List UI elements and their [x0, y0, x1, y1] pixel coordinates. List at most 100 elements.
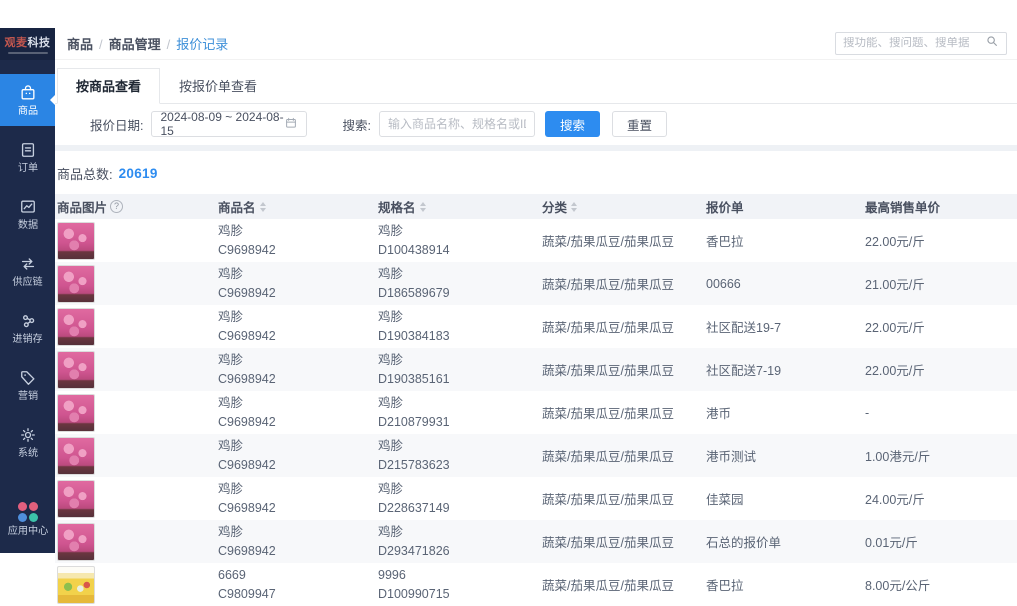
category-cell: 蔬菜/茄果瓜豆/茄果瓜豆: [542, 235, 674, 249]
main-content: 商品/商品管理/报价记录 按商品查看 按报价单查看 报价日期: 2024-08-…: [55, 28, 1017, 606]
product-name-cell: 鸡胗 C9698942: [218, 482, 276, 515]
bag-icon: [18, 83, 38, 106]
sidebar-item-orders[interactable]: 订单: [0, 131, 55, 183]
spec-name-cell: 鸡胗 D100438914: [378, 224, 450, 257]
max-price-cell: 21.00元/斤: [865, 278, 925, 292]
sidebar-item-label: 商品: [17, 105, 38, 117]
app-center-icon: [17, 501, 38, 522]
quote-sheet-cell: 香巴拉: [706, 579, 744, 593]
product-thumbnail[interactable]: [57, 264, 95, 303]
brand-name-light: 科技: [27, 37, 51, 49]
product-image-cell: [57, 564, 218, 606]
quote-sheet-cell: 香巴拉: [706, 235, 744, 249]
spec-name-cell: 鸡胗 D228637149: [378, 482, 450, 515]
product-thumbnail[interactable]: [57, 522, 95, 561]
tag-icon: [18, 368, 38, 391]
sidebar-item-label: 数据: [17, 219, 38, 231]
max-price-cell: 0.01元/斤: [865, 536, 918, 550]
breadcrumb-current: 报价记录: [176, 36, 229, 52]
order-icon: [18, 140, 38, 163]
sidebar-item-system[interactable]: 系统: [0, 416, 55, 468]
sort-icon[interactable]: [571, 201, 578, 212]
category-cell: 蔬菜/茄果瓜豆/茄果瓜豆: [542, 278, 674, 292]
table-row: 鸡胗 C9698942 鸡胗 D190384183 蔬菜/茄果瓜豆/茄果瓜豆 社区配…: [55, 305, 1017, 348]
product-name-cell: 鸡胗 C9698942: [218, 396, 276, 429]
col-header-product-name[interactable]: 商品名: [218, 197, 378, 216]
product-thumbnail[interactable]: [57, 479, 95, 518]
brand-slogan-strip: [7, 52, 48, 54]
product-total-label: 商品总数:: [57, 167, 113, 182]
sidebar-item-data[interactable]: 数据: [0, 188, 55, 240]
global-search-input[interactable]: [843, 37, 985, 50]
product-thumbnail[interactable]: [57, 436, 95, 475]
tab-by-quote-sheet[interactable]: 按报价单查看: [160, 68, 276, 103]
table-body: 鸡胗 C9698942 鸡胗 D100438914 蔬菜/茄果瓜豆/茄果瓜豆 香巴拉…: [55, 219, 1017, 606]
col-header-product-image: 商品图片: [57, 197, 218, 216]
product-name-cell: 鸡胗 C9698942: [218, 353, 276, 386]
quote-sheet-cell: 石总的报价单: [706, 536, 782, 550]
product-image-cell: [57, 392, 218, 434]
max-price-cell: -: [865, 405, 870, 420]
inventory-icon: [18, 311, 38, 334]
table-row: 鸡胗 C9698942 鸡胗 D228637149 蔬菜/茄果瓜豆/茄果瓜豆 佳菜园…: [55, 477, 1017, 520]
category-cell: 蔬菜/茄果瓜豆/茄果瓜豆: [542, 321, 674, 335]
table-row: 6669 C9809947 9996 D100990715 蔬菜/茄果瓜豆/茄果瓜豆…: [55, 563, 1017, 606]
sidebar-item-app-center[interactable]: 应用中心: [0, 491, 55, 547]
product-thumbnail[interactable]: [57, 565, 95, 604]
keyword-search-input[interactable]: [378, 111, 535, 138]
spec-name-cell: 鸡胗 D190384183: [378, 310, 450, 343]
product-image-cell: [57, 349, 218, 391]
supply-chain-icon: [18, 254, 38, 277]
max-price-cell: 24.00元/斤: [865, 493, 925, 507]
category-cell: 蔬菜/茄果瓜豆/茄果瓜豆: [542, 493, 674, 507]
product-name-cell: 鸡胗 C9698942: [218, 525, 276, 558]
reset-button[interactable]: 重置: [611, 111, 667, 138]
brand-logo: 观麦科技: [0, 28, 55, 60]
col-header-category[interactable]: 分类: [542, 197, 706, 216]
sidebar-item-supply-chain[interactable]: 供应链: [0, 245, 55, 297]
category-cell: 蔬菜/茄果瓜豆/茄果瓜豆: [542, 407, 674, 421]
sidebar-item-inventory[interactable]: 进销存: [0, 302, 55, 354]
search-button[interactable]: 搜索: [544, 111, 600, 138]
product-image-cell: [57, 478, 218, 520]
sidebar-item-label: 系统: [17, 447, 38, 459]
product-name-cell: 鸡胗 C9698942: [218, 439, 276, 472]
max-price-cell: 22.00元/斤: [865, 235, 925, 249]
sort-icon[interactable]: [419, 201, 426, 212]
search-icon[interactable]: [985, 34, 999, 53]
product-total-count: 20619: [118, 166, 158, 181]
sidebar-item-marketing[interactable]: 营销: [0, 359, 55, 411]
product-thumbnail[interactable]: [57, 221, 95, 260]
table-row: 鸡胗 C9698942 鸡胗 D186589679 蔬菜/茄果瓜豆/茄果瓜豆 006…: [55, 262, 1017, 305]
product-thumbnail[interactable]: [57, 350, 95, 389]
spec-name-cell: 鸡胗 D215783623: [378, 439, 450, 472]
table-row: 鸡胗 C9698942 鸡胗 D293471826 蔬菜/茄果瓜豆/茄果瓜豆 石总的…: [55, 520, 1017, 563]
sidebar-item-label: 进销存: [12, 333, 43, 345]
category-cell: 蔬菜/茄果瓜豆/茄果瓜豆: [542, 450, 674, 464]
topbar: 商品 / 商品管理 / 报价记录: [55, 28, 1017, 60]
breadcrumb-product-management[interactable]: 商品管理: [109, 37, 161, 52]
global-search-box[interactable]: [835, 31, 1007, 55]
help-icon[interactable]: [110, 200, 124, 213]
max-price-cell: 1.00港元/斤: [865, 450, 931, 464]
product-total-summary: 商品总数: 20619: [55, 151, 1017, 194]
breadcrumb-products[interactable]: 商品: [67, 37, 93, 52]
chart-icon: [18, 197, 38, 220]
view-tabs: 按商品查看 按报价单查看: [55, 60, 1017, 104]
product-thumbnail[interactable]: [57, 307, 95, 346]
date-range-picker[interactable]: 2024-08-09 ~ 2024-08-15: [151, 110, 308, 139]
category-cell: 蔬菜/茄果瓜豆/茄果瓜豆: [542, 579, 674, 593]
product-name-cell: 鸡胗 C9698942: [218, 267, 276, 300]
product-thumbnail[interactable]: [57, 393, 95, 432]
sort-icon[interactable]: [259, 201, 266, 212]
tab-by-product[interactable]: 按商品查看: [57, 67, 161, 104]
category-cell: 蔬菜/茄果瓜豆/茄果瓜豆: [542, 364, 674, 378]
app-screen: 观麦科技 商品 订单 数据 供应链 进销存 营销 系统 应用中心 商品 / 商品…: [0, 0, 1017, 606]
table-row: 鸡胗 C9698942 鸡胗 D190385161 蔬菜/茄果瓜豆/茄果瓜豆 社区配…: [55, 348, 1017, 391]
calendar-icon: [284, 116, 298, 133]
quote-sheet-cell: 00666: [706, 276, 741, 291]
col-header-spec-name[interactable]: 规格名: [378, 197, 542, 216]
sidebar-item-products[interactable]: 商品: [0, 74, 55, 126]
category-cell: 蔬菜/茄果瓜豆/茄果瓜豆: [542, 536, 674, 550]
date-range-value: 2024-08-09 ~ 2024-08-15: [160, 110, 284, 139]
